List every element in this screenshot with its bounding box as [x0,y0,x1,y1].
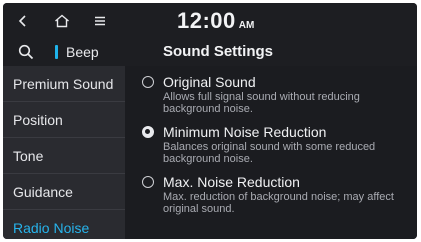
beep-label: Beep [66,44,99,60]
sidebar-item-premium-sound[interactable]: Premium Sound [3,66,125,102]
infotainment-screen: 12:00 AM Beep Sound Settings Premium Sou… [3,3,417,239]
sidebar-item-label: Position [13,111,63,128]
home-button[interactable] [50,9,74,33]
clock-ampm: AM [238,20,255,31]
sidebar: Premium Sound Position Tone Guidance Rad… [3,66,125,239]
beep-indicator [55,45,58,59]
menu-button[interactable] [88,9,112,33]
sidebar-item-label: Guidance [13,183,73,200]
sidebar-item-position[interactable]: Position [3,102,125,138]
radio-button[interactable] [142,176,154,188]
beep-button[interactable]: Beep [55,41,99,63]
option-description: Allows full signal sound without reducin… [163,91,360,115]
chevron-left-icon [18,15,26,27]
option-original-sound[interactable]: Original Sound Allows full signal sound … [125,70,417,120]
radio-button[interactable] [142,126,154,138]
top-bar: 12:00 AM [3,3,417,39]
header-bar: Beep Sound Settings [3,39,417,66]
sidebar-item-label: Premium Sound [13,75,114,92]
sidebar-item-label: Tone [13,147,44,164]
home-icon [55,14,69,28]
option-title: Original Sound [163,74,256,90]
option-title: Max. Noise Reduction [163,174,300,190]
option-description: Balances original sound with some reduce… [163,141,376,165]
back-button[interactable] [11,9,35,33]
option-max-noise-reduction[interactable]: Max. Noise Reduction Max. reduction of b… [125,170,417,220]
sidebar-item-guidance[interactable]: Guidance [3,174,125,210]
menu-icon [95,16,105,26]
sidebar-item-tone[interactable]: Tone [3,138,125,174]
option-minimum-noise-reduction[interactable]: Minimum Noise Reduction Balances origina… [125,120,417,170]
option-title: Minimum Noise Reduction [163,124,327,140]
option-description: Max. reduction of background noise; may … [163,191,394,215]
clock-time: 12:00 [177,8,236,33]
sidebar-item-radio-noise[interactable]: Radio Noise [3,210,125,239]
search-icon [18,44,34,60]
options-list: Original Sound Allows full signal sound … [125,66,417,239]
page-title: Sound Settings [163,43,273,60]
clock: 12:00 AM [177,8,254,34]
search-button[interactable] [9,40,43,64]
sidebar-item-label: Radio Noise [13,220,90,236]
radio-button[interactable] [142,76,154,88]
